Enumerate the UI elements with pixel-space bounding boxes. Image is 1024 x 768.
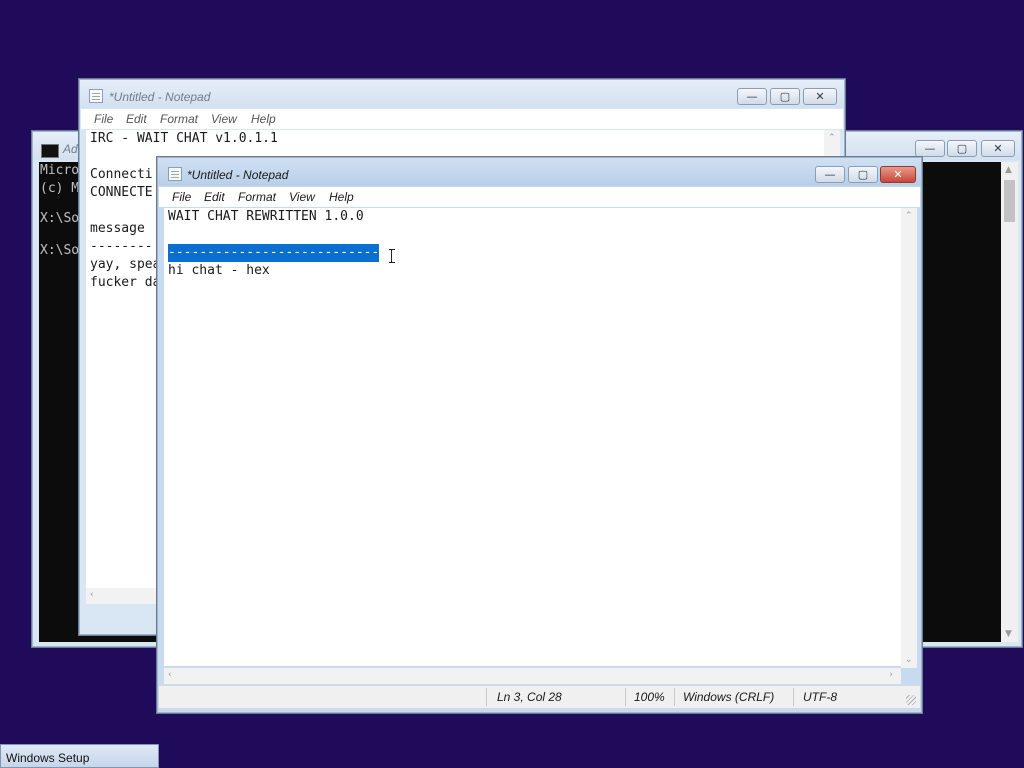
scroll-down-icon[interactable]: ▼ xyxy=(1005,629,1012,639)
scroll-right-icon[interactable]: › xyxy=(889,670,893,680)
console-title: Ad xyxy=(63,142,78,156)
console-scrollbar[interactable]: ▲ ▼ xyxy=(1001,162,1018,642)
status-divider xyxy=(625,688,626,706)
front-text-area[interactable]: WAIT CHAT REWRITTEN 1.0.0 --------------… xyxy=(164,208,903,666)
console-app-icon xyxy=(41,144,59,158)
text-line: message xyxy=(90,221,145,236)
status-divider xyxy=(486,688,487,706)
text-line: IRC - WAIT CHAT v1.0.1.1 xyxy=(90,131,278,146)
front-minimize-button[interactable]: — xyxy=(815,166,845,183)
scroll-left-icon[interactable]: ‹ xyxy=(90,590,94,600)
back-maximize-button[interactable]: ▢ xyxy=(770,88,800,105)
menu-format[interactable]: Format xyxy=(238,190,276,204)
text-line: yay, spea xyxy=(90,257,161,272)
console-minimize-button[interactable]: — xyxy=(915,140,945,157)
status-zoom: 100% xyxy=(634,690,665,704)
menu-view[interactable]: View xyxy=(211,112,237,126)
status-position: Ln 3, Col 28 xyxy=(497,690,562,704)
text-line: hi chat - hex xyxy=(168,263,270,278)
selected-text-line: --------------------------- xyxy=(168,244,380,262)
menu-view[interactable]: View xyxy=(289,190,315,204)
text-line: Connecti xyxy=(90,167,153,182)
front-horizontal-scrollbar[interactable]: ‹ › xyxy=(164,668,901,684)
taskbar-windows-setup[interactable]: Windows Setup xyxy=(0,744,159,768)
back-close-button[interactable]: ✕ xyxy=(803,88,837,105)
menu-file[interactable]: File xyxy=(172,190,191,204)
front-vertical-scrollbar[interactable]: ⌃ ⌄ xyxy=(901,208,917,668)
menu-edit[interactable]: Edit xyxy=(126,112,147,126)
console-line: (c) M xyxy=(40,181,80,196)
back-menubar: File Edit Format View Help xyxy=(81,109,843,129)
menu-edit[interactable]: Edit xyxy=(204,190,225,204)
menu-help[interactable]: Help xyxy=(329,190,354,204)
front-notepad-window[interactable]: *Untitled - Notepad — ▢ ✕ File Edit Form… xyxy=(157,157,922,713)
notepad-icon xyxy=(89,89,103,103)
menu-format[interactable]: Format xyxy=(160,112,198,126)
console-close-button[interactable]: ✕ xyxy=(981,140,1015,157)
resize-grip-icon[interactable] xyxy=(906,695,916,705)
console-maximize-button[interactable]: ▢ xyxy=(947,140,977,157)
status-divider xyxy=(674,688,675,706)
front-status-bar: Ln 3, Col 28 100% Windows (CRLF) UTF-8 xyxy=(159,685,920,708)
console-scroll-thumb[interactable] xyxy=(1004,180,1015,222)
front-menubar: File Edit Format View Help xyxy=(159,187,920,207)
scroll-up-icon[interactable]: ⌃ xyxy=(828,133,836,143)
back-minimize-button[interactable]: — xyxy=(737,88,767,105)
status-line-ending: Windows (CRLF) xyxy=(683,690,775,704)
text-line: fucker da xyxy=(90,275,161,290)
status-encoding: UTF-8 xyxy=(803,690,837,704)
text-cursor-icon xyxy=(389,249,395,263)
notepad-icon xyxy=(168,167,182,181)
scroll-down-icon[interactable]: ⌄ xyxy=(905,655,913,665)
back-notepad-title: *Untitled - Notepad xyxy=(109,90,211,104)
menu-file[interactable]: File xyxy=(94,112,113,126)
scroll-left-icon[interactable]: ‹ xyxy=(168,670,172,680)
front-close-button[interactable]: ✕ xyxy=(880,166,916,183)
text-line: CONNECTE xyxy=(90,185,153,200)
menu-help[interactable]: Help xyxy=(251,112,276,126)
console-line: X:\So xyxy=(40,243,80,258)
status-divider xyxy=(793,688,794,706)
front-notepad-title: *Untitled - Notepad xyxy=(187,168,289,182)
scroll-up-icon[interactable]: ⌃ xyxy=(905,211,913,221)
scroll-up-icon[interactable]: ▲ xyxy=(1005,165,1012,175)
text-line: WAIT CHAT REWRITTEN 1.0.0 xyxy=(168,209,364,224)
front-maximize-button[interactable]: ▢ xyxy=(848,166,878,183)
text-line: -------- xyxy=(90,239,153,254)
console-line: X:\So xyxy=(40,211,80,226)
console-line: Micro xyxy=(40,163,80,178)
